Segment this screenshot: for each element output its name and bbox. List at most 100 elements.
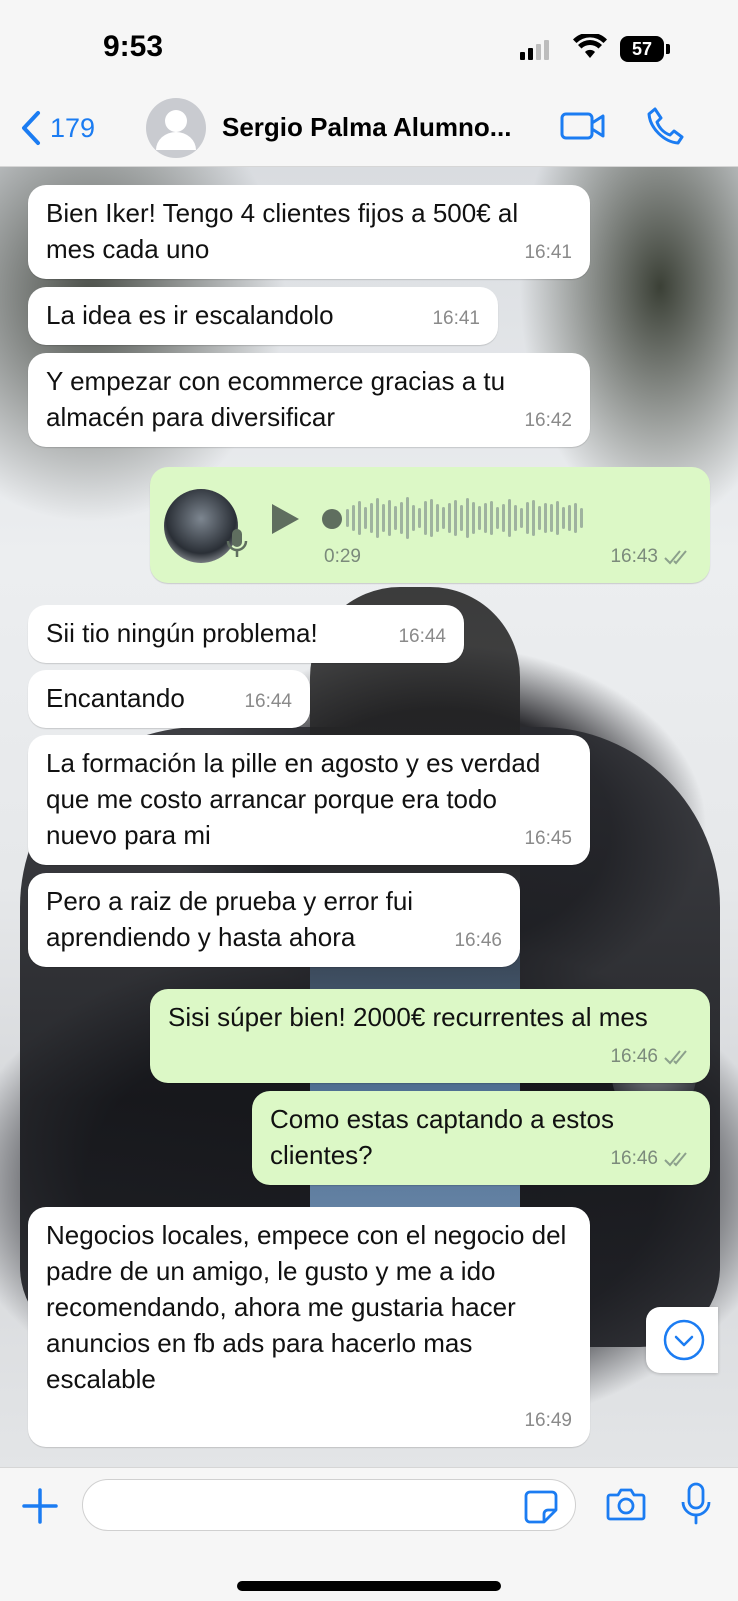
- message-bubble[interactable]: Sisi súper bien! 2000€ recurrentes al me…: [150, 989, 710, 1083]
- waveform-bar: [448, 503, 451, 533]
- double-check-icon: [664, 550, 687, 565]
- message-meta: 16:46: [610, 1039, 692, 1075]
- message-time: 16:46: [610, 1148, 658, 1169]
- waveform-bar: [358, 501, 361, 535]
- waveform-bar: [544, 503, 547, 533]
- message-bubble[interactable]: Negocios locales, empece con el negocio …: [28, 1207, 590, 1447]
- waveform-bar: [460, 505, 463, 531]
- message-bubble[interactable]: Encantando 16:44: [28, 670, 310, 728]
- wifi-icon: [573, 34, 607, 58]
- message-meta: 16:46: [610, 1141, 692, 1177]
- waveform-bar: [418, 508, 421, 528]
- waveform-bar: [478, 506, 481, 530]
- message-bubble[interactable]: Sii tio ningún problema! 16:44: [28, 605, 464, 663]
- waveform-bar: [526, 502, 529, 534]
- voice-duration: 0:29: [324, 546, 361, 567]
- plus-icon[interactable]: [20, 1486, 60, 1526]
- video-call-icon[interactable]: [560, 110, 606, 142]
- camera-icon[interactable]: [606, 1486, 646, 1522]
- play-icon[interactable]: [268, 501, 302, 537]
- waveform-bar: [532, 500, 535, 536]
- waveform-bar: [346, 509, 349, 527]
- message-text: Pero a raiz de prueba y error fui aprend…: [46, 886, 414, 952]
- waveform-bar: [472, 502, 475, 534]
- scroll-to-bottom-button[interactable]: [646, 1307, 718, 1373]
- message-time: 16:41: [524, 242, 572, 263]
- microphone-icon: [226, 529, 248, 557]
- message-bubble[interactable]: Bien Iker! Tengo 4 clientes fijos a 500€…: [28, 185, 590, 279]
- home-indicator: [237, 1581, 501, 1591]
- double-check-icon: [664, 1152, 687, 1167]
- waveform-bar: [562, 507, 565, 529]
- waveform-bar: [556, 501, 559, 535]
- waveform-bar: [376, 498, 379, 538]
- waveform-bar: [484, 503, 487, 533]
- default-avatar-icon: [156, 110, 196, 150]
- battery-cap: [666, 44, 670, 54]
- message-text: La formación la pille en agosto y es ver…: [46, 748, 541, 850]
- waveform-bar: [466, 498, 469, 538]
- message-bubble[interactable]: La idea es ir escalandolo 16:41: [28, 287, 498, 345]
- waveform-bar: [538, 506, 541, 530]
- message-bubble[interactable]: La formación la pille en agosto y es ver…: [28, 735, 590, 865]
- microphone-icon[interactable]: [680, 1482, 712, 1526]
- waveform-bar: [430, 499, 433, 537]
- double-check-icon: [664, 1050, 687, 1065]
- message-input[interactable]: [82, 1479, 576, 1531]
- waveform-bar: [514, 505, 517, 531]
- message-time: 16:41: [432, 308, 480, 329]
- status-bar: 9:53 57: [0, 0, 738, 90]
- message-time: 16:42: [524, 410, 572, 431]
- message-text: Y empezar con ecommerce gracias a tu alm…: [46, 366, 506, 432]
- message-text: La idea es ir escalandolo: [46, 300, 334, 330]
- waveform-bar: [508, 499, 511, 537]
- voice-message-bubble[interactable]: 0:29 16:43: [150, 467, 710, 583]
- message-bubble[interactable]: Y empezar con ecommerce gracias a tu alm…: [28, 353, 590, 447]
- message-meta: 16:43: [610, 539, 692, 575]
- chevron-down-circle-icon: [663, 1319, 705, 1361]
- message-text: Bien Iker! Tengo 4 clientes fijos a 500€…: [46, 198, 519, 264]
- waveform-bar: [400, 502, 403, 534]
- waveform-bar: [370, 503, 373, 533]
- waveform-bar: [352, 505, 355, 531]
- cellular-signal-icon: [520, 40, 549, 60]
- avatar[interactable]: [146, 98, 206, 158]
- waveform-bar: [436, 504, 439, 532]
- waveform-bar: [442, 507, 445, 529]
- waveform-bar: [394, 506, 397, 530]
- message-bubble[interactable]: Como estas captando a estos clientes? 16…: [252, 1091, 710, 1185]
- message-input-bar: [0, 1467, 738, 1601]
- message-text: Negocios locales, empece con el negocio …: [46, 1220, 567, 1394]
- waveform-bar: [568, 505, 571, 531]
- battery-indicator: 57: [620, 36, 664, 62]
- message-time: 16:43: [610, 546, 658, 567]
- unread-count: 179: [50, 112, 96, 143]
- message-time: 16:46: [454, 930, 502, 951]
- waveform-bar: [388, 500, 391, 536]
- waveform-bar: [490, 501, 493, 535]
- waveform-bar: [454, 500, 457, 536]
- status-time: 9:53: [103, 30, 164, 63]
- waveform-bar: [574, 503, 577, 533]
- audio-waveform[interactable]: [346, 493, 583, 543]
- waveform-bar: [580, 508, 583, 528]
- chat-header: 179 Sergio Palma Alumno...: [0, 90, 738, 167]
- message-time: 16:46: [610, 1046, 658, 1067]
- waveform-bar: [406, 497, 409, 539]
- waveform-bar: [382, 504, 385, 532]
- chevron-left-icon: [22, 111, 40, 145]
- waveform-bar: [412, 505, 415, 531]
- back-button[interactable]: 179: [20, 110, 95, 146]
- chat-area[interactable]: Bien Iker! Tengo 4 clientes fijos a 500€…: [0, 167, 738, 1467]
- playback-scrubber[interactable]: [322, 509, 342, 529]
- message-time: 16:44: [398, 626, 446, 647]
- message-bubble[interactable]: Pero a raiz de prueba y error fui aprend…: [28, 873, 520, 967]
- waveform-bar: [550, 504, 553, 532]
- waveform-bar: [520, 508, 523, 528]
- contact-name[interactable]: Sergio Palma Alumno...: [222, 112, 552, 143]
- message-text: Sisi súper bien! 2000€ recurrentes al me…: [168, 1002, 648, 1032]
- sticker-icon[interactable]: [524, 1490, 558, 1524]
- waveform-bar: [424, 501, 427, 535]
- phone-icon[interactable]: [646, 106, 684, 146]
- message-time: 16:45: [524, 828, 572, 849]
